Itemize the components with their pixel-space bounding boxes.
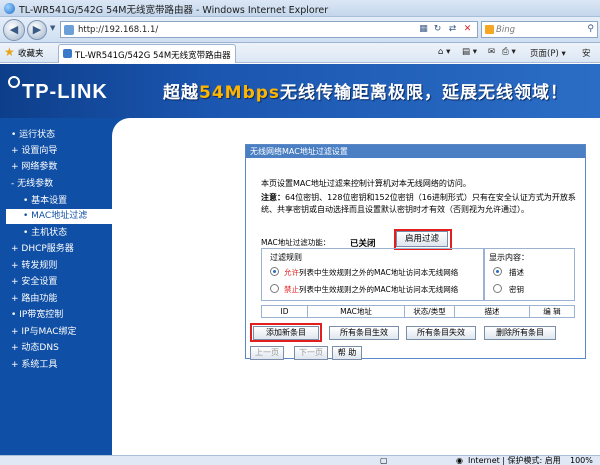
home-icon[interactable]: ⌂ ▾: [438, 47, 450, 57]
address-bar: ◀ ▶ ▼ http://192.168.1.1/ ▦ ↻ ⇄ ✕ Bing ⚲: [0, 17, 600, 43]
ie-logo-icon: [4, 3, 15, 14]
sidebar-item-security[interactable]: + 安全设置: [0, 275, 112, 290]
go-icon[interactable]: ⇄: [446, 23, 459, 36]
note-text: 64位密钥、128位密钥和152位密钥（16进制形式）只有在安全认证方式为开放系…: [261, 193, 576, 214]
show-desc-label[interactable]: 描述: [509, 267, 524, 278]
allow-rule-label[interactable]: 允许列表中生效规则之外的MAC地址访问本无线网络: [284, 267, 458, 278]
search-box[interactable]: Bing ⚲: [481, 21, 598, 38]
panel-title: 无线网络MAC地址过滤设置: [246, 145, 585, 158]
favorites-star-icon[interactable]: ★: [4, 46, 16, 58]
sidebar-item-wireless[interactable]: - 无线参数: [0, 177, 112, 192]
bing-icon: [485, 25, 494, 34]
tab-page-icon: [63, 49, 72, 58]
window-titlebar: TL-WR541G/542G 54M无线宽带路由器 - Windows Inte…: [0, 0, 600, 17]
sidebar-item-wizard[interactable]: + 设置向导: [0, 144, 112, 159]
note-label: 注意：: [261, 193, 285, 202]
url-box[interactable]: http://192.168.1.1/ ▦ ↻ ⇄ ✕: [60, 21, 478, 38]
mac-filter-panel: 无线网络MAC地址过滤设置 本页设置MAC地址过滤来控制计算机对本无线网络的访问…: [245, 144, 586, 360]
favorites-bar: ★ 收藏夹 TL-WR541G/542G 54M无线宽带路由器 ⌂ ▾ ▤ ▾ …: [0, 43, 600, 63]
forward-button[interactable]: ▶: [27, 20, 47, 40]
col-status: 状态/类型: [405, 306, 455, 317]
ie-statusbar: ▢ ◉ Internet | 保护模式: 启用 100%: [0, 455, 600, 465]
delete-all-button[interactable]: 删除所有条目: [484, 326, 556, 340]
panel-note: 注意：64位密钥、128位密钥和152位密钥（16进制形式）只有在安全认证方式为…: [261, 192, 579, 216]
sidebar-item-routing[interactable]: + 路由功能: [0, 292, 112, 307]
show-desc-radio[interactable]: [493, 267, 502, 276]
sidebar-item-dhcp[interactable]: + DHCP服务器: [0, 242, 112, 257]
safety-menu[interactable]: 安: [582, 47, 591, 59]
security-zone[interactable]: Internet | 保护模式: 启用: [468, 456, 561, 465]
filter-status-label: MAC地址过滤功能：: [261, 238, 331, 247]
sidebar-item-bandwidth[interactable]: • IP带宽控制: [0, 308, 112, 323]
favorites-button[interactable]: 收藏夹: [18, 47, 44, 59]
col-id: ID: [262, 306, 308, 317]
url-input[interactable]: http://192.168.1.1/: [78, 25, 158, 35]
globe-icon: ◉: [456, 456, 463, 465]
browser-tab[interactable]: TL-WR541G/542G 54M无线宽带路由器: [58, 44, 236, 63]
prev-page-button[interactable]: 上一页: [250, 346, 284, 360]
show-key-radio[interactable]: [493, 284, 502, 293]
tplink-logo: TP-LINK: [22, 81, 108, 103]
banner-slogan: 超越54Mbps无线传输距离极限，延展无线领域！: [163, 83, 569, 103]
help-button[interactable]: 帮 助: [332, 346, 362, 360]
next-page-button[interactable]: 下一页: [294, 346, 328, 360]
zoom-level[interactable]: 100%: [570, 456, 593, 465]
allow-radio[interactable]: [270, 267, 279, 276]
stop-icon[interactable]: ✕: [461, 23, 474, 36]
col-mac: MAC地址: [308, 306, 405, 317]
sidebar-item-ddns[interactable]: + 动态DNS: [0, 341, 112, 356]
filter-rules-title: 过滤规则: [270, 253, 302, 262]
tab-title: TL-WR541G/542G 54M无线宽带路由器: [75, 51, 231, 61]
add-entry-button[interactable]: 添加新条目: [253, 326, 319, 340]
enable-all-button[interactable]: 所有条目生效: [329, 326, 399, 340]
tplink-banner: TP-LINK 超越54Mbps无线传输距离极限，延展无线领域！: [0, 64, 600, 118]
history-dropdown-icon[interactable]: ▼: [50, 24, 55, 32]
deny-radio[interactable]: [270, 284, 279, 293]
compat-view-icon[interactable]: ▦: [417, 23, 430, 36]
sidebar-item-ip-mac-binding[interactable]: + IP与MAC绑定: [0, 325, 112, 340]
search-icon[interactable]: ⚲: [587, 24, 594, 34]
page-menu[interactable]: 页面(P) ▾: [530, 47, 566, 59]
col-desc: 描述: [455, 306, 530, 317]
sidebar-item-system-tools[interactable]: + 系统工具: [0, 358, 112, 373]
search-input[interactable]: Bing: [496, 25, 515, 35]
mac-table-header: ID MAC地址 状态/类型 描述 编 辑: [261, 305, 575, 318]
display-content-group: 显示内容： 描述 密钥: [484, 248, 575, 301]
page-icon: [64, 25, 74, 35]
panel-description: 本页设置MAC地址过滤来控制计算机对本无线网络的访问。: [261, 179, 471, 188]
sidebar-item-forwarding[interactable]: + 转发规则: [0, 259, 112, 274]
mail-icon[interactable]: ✉: [488, 47, 495, 57]
deny-rule-label[interactable]: 禁止列表中生效规则之外的MAC地址访问本无线网络: [284, 284, 458, 295]
display-content-title: 显示内容：: [489, 253, 529, 262]
print-icon[interactable]: ⎙ ▾: [502, 47, 516, 57]
sidebar-menu: • 运行状态 + 设置向导 + 网络参数 - 无线参数 • 基本设置 • MAC…: [0, 118, 112, 465]
filter-rules-group: 过滤规则 允许列表中生效规则之外的MAC地址访问本无线网络 禁止列表中生效规则之…: [261, 248, 484, 301]
tplink-logo-icon: [8, 76, 20, 88]
sidebar-item-status[interactable]: • 运行状态: [0, 128, 112, 143]
sidebar-item-host-status[interactable]: • 主机状态: [0, 226, 112, 241]
window-title: TL-WR541G/542G 54M无线宽带路由器 - Windows Inte…: [19, 5, 329, 16]
feeds-icon[interactable]: ▤ ▾: [462, 47, 477, 57]
back-button[interactable]: ◀: [3, 19, 25, 41]
zone-icon: ▢: [380, 456, 388, 465]
sidebar-item-basic-settings[interactable]: • 基本设置: [0, 194, 112, 209]
col-edit: 编 辑: [543, 307, 561, 316]
refresh-icon[interactable]: ↻: [431, 23, 444, 36]
enable-filter-button[interactable]: 启用过滤: [396, 231, 448, 247]
sidebar-item-network[interactable]: + 网络参数: [0, 160, 112, 175]
disable-all-button[interactable]: 所有条目失效: [406, 326, 476, 340]
sidebar-item-mac-filter[interactable]: • MAC地址过滤: [6, 209, 112, 224]
show-key-label[interactable]: 密钥: [509, 284, 524, 295]
